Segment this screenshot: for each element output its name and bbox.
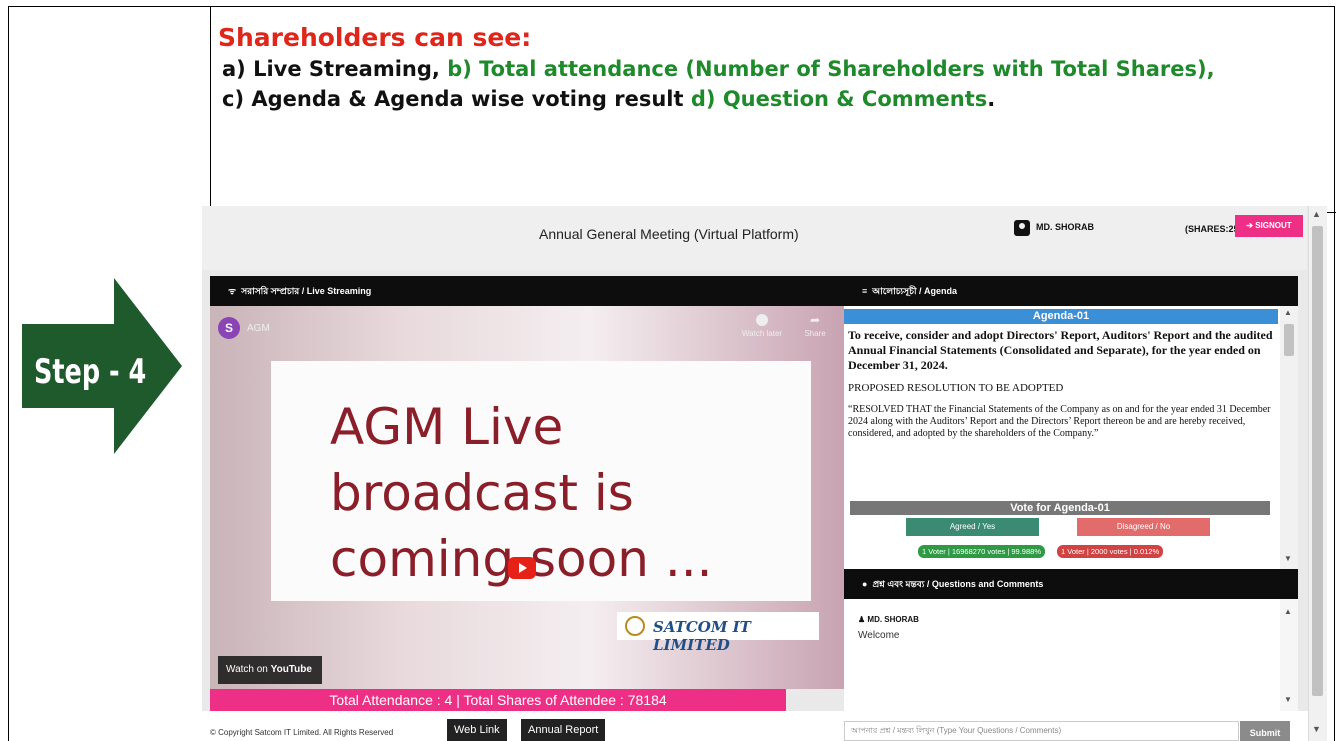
channel-name[interactable]: AGM <box>247 323 270 334</box>
comment-message: Welcome <box>858 630 900 641</box>
signout-button[interactable]: ➔ SIGNOUT <box>1235 215 1303 237</box>
yes-result-badge: 1 Voter | 16968270 votes | 99.988% <box>918 545 1045 558</box>
agenda-item: c) Agenda & Agenda wise voting result <box>222 87 684 111</box>
broadcast-icon: ᯤ <box>228 286 237 296</box>
agenda-scrollbar[interactable]: ▲ ▼ <box>1280 306 1298 569</box>
watch-on-label: Watch on <box>226 664 268 675</box>
scroll-down-icon[interactable]: ▼ <box>1284 554 1292 563</box>
vote-title: Vote for Agenda-01 <box>850 501 1270 515</box>
agenda-panel: Agenda-01 To receive, consider and adopt… <box>844 306 1298 569</box>
web-link-button[interactable]: Web Link <box>447 719 507 741</box>
page-scroll-thumb[interactable] <box>1312 226 1323 696</box>
vote-yes-button[interactable]: Agreed / Yes <box>906 518 1039 536</box>
line-end: . <box>987 87 996 111</box>
agenda-text: To receive, consider and adopt Directors… <box>848 328 1273 372</box>
signout-label: SIGNOUT <box>1255 221 1292 230</box>
satcom-brand-text: SATCOM IT LIMITED <box>653 618 751 654</box>
watch-later-button[interactable]: Watch later <box>737 314 787 338</box>
share-icon: ➦ <box>809 313 821 327</box>
live-streaming-bar: ᯤ সরাসরি সম্প্রচার / Live Streaming <box>210 276 844 306</box>
instructions-line-2: c) Agenda & Agenda wise voting result d)… <box>218 84 1308 114</box>
vote-no-button[interactable]: Disagreed / No <box>1077 518 1210 536</box>
questions-panel: ♟ MD. SHORAB Welcome ▲ ▼ <box>844 599 1298 711</box>
play-button-icon[interactable] <box>508 557 536 579</box>
instructions-title: Shareholders can see: <box>218 23 532 52</box>
scroll-thumb[interactable] <box>1284 324 1294 356</box>
list-icon: ≡ <box>862 286 868 296</box>
comment-author-name: MD. SHORAB <box>867 615 919 624</box>
comment-author: ♟ MD. SHORAB <box>858 615 919 624</box>
agenda-title: Agenda-01 <box>844 309 1278 324</box>
questions-bar-title: প্রশ্ন এবং মন্তব্য / Questions and Comme… <box>872 579 1044 589</box>
person-icon: ♟ <box>858 615 868 624</box>
scroll-up-icon[interactable]: ▲ <box>1284 308 1292 317</box>
questions-scrollbar[interactable]: ▲ ▼ <box>1280 599 1298 711</box>
clock-icon <box>756 314 768 326</box>
instructions-line-1: a) Live Streaming, b) Total attendance (… <box>218 54 1308 84</box>
agenda-resolution: “RESOLVED THAT the Financial Statements … <box>848 404 1271 439</box>
step-label: Step - 4 <box>34 352 147 392</box>
agenda-bar: ≡ আলোচ্যসূচী / Agenda <box>844 276 1298 306</box>
agenda-body: To receive, consider and adopt Directors… <box>848 328 1276 440</box>
board-line-1: AGM Live <box>330 398 564 456</box>
share-label: Share <box>804 329 826 338</box>
channel-avatar[interactable]: S <box>218 317 240 339</box>
watch-on-youtube-button[interactable]: Watch on YouTube <box>218 656 322 684</box>
page-scroll-up-icon[interactable]: ▲ <box>1312 209 1321 219</box>
no-result-badge: 1 Voter | 2000 votes | 0.012% <box>1057 545 1164 558</box>
agenda-subtitle: PROPOSED RESOLUTION TO BE ADOPTED <box>848 382 1064 394</box>
app-window: Annual General Meeting (Virtual Platform… <box>202 206 1327 741</box>
agenda-bar-title: আলোচ্যসূচী / Agenda <box>872 286 958 296</box>
signout-icon: ➔ <box>1246 221 1256 230</box>
attendance-banner: Total Attendance : 4 | Total Shares of A… <box>210 689 786 711</box>
share-button[interactable]: ➦ Share <box>795 314 835 338</box>
annual-report-button[interactable]: Annual Report <box>521 719 606 741</box>
page-scroll-down-icon[interactable]: ▼ <box>1312 724 1321 734</box>
submit-button[interactable]: Submit <box>1240 721 1290 741</box>
attendance-item: b) Total attendance (Number of Sharehold… <box>447 57 1215 81</box>
shares-count: (SHARES:25) <box>1185 224 1242 234</box>
live-streaming-item: a) Live Streaming, <box>222 57 440 81</box>
youtube-logo: YouTube <box>270 664 312 675</box>
user-icon <box>1014 220 1030 236</box>
qa-scroll-down-icon[interactable]: ▼ <box>1284 695 1292 704</box>
satcom-emblem-icon <box>625 616 645 636</box>
page-scrollbar[interactable]: ▲ ▼ <box>1308 206 1327 741</box>
satcom-logo: SATCOM IT LIMITED <box>617 612 819 654</box>
questions-item: d) Question & Comments <box>690 87 988 111</box>
questions-bar: ● প্রশ্ন এবং মন্তব্য / Questions and Comm… <box>844 569 1298 599</box>
comment-icon: ● <box>862 579 868 589</box>
user-name: MD. SHORAB <box>1036 222 1094 232</box>
watch-later-label: Watch later <box>741 329 783 338</box>
question-input[interactable]: আপনার প্রশ্ন / মন্তব্য লিখুন (Type Your … <box>844 721 1239 741</box>
app-header: Annual General Meeting (Virtual Platform… <box>202 206 1307 270</box>
copyright-text: © Copyright Satcom IT Limited. All Right… <box>210 728 394 737</box>
qa-scroll-up-icon[interactable]: ▲ <box>1284 607 1292 616</box>
app-title: Annual General Meeting (Virtual Platform… <box>539 226 799 242</box>
video-player[interactable]: AGM Live broadcast is coming soon ... S … <box>210 306 844 689</box>
live-streaming-title: সরাসরি সম্প্রচার / Live Streaming <box>241 286 372 296</box>
board-line-2: broadcast is <box>330 464 634 522</box>
instructions: Shareholders can see: a) Live Streaming,… <box>218 22 1308 114</box>
